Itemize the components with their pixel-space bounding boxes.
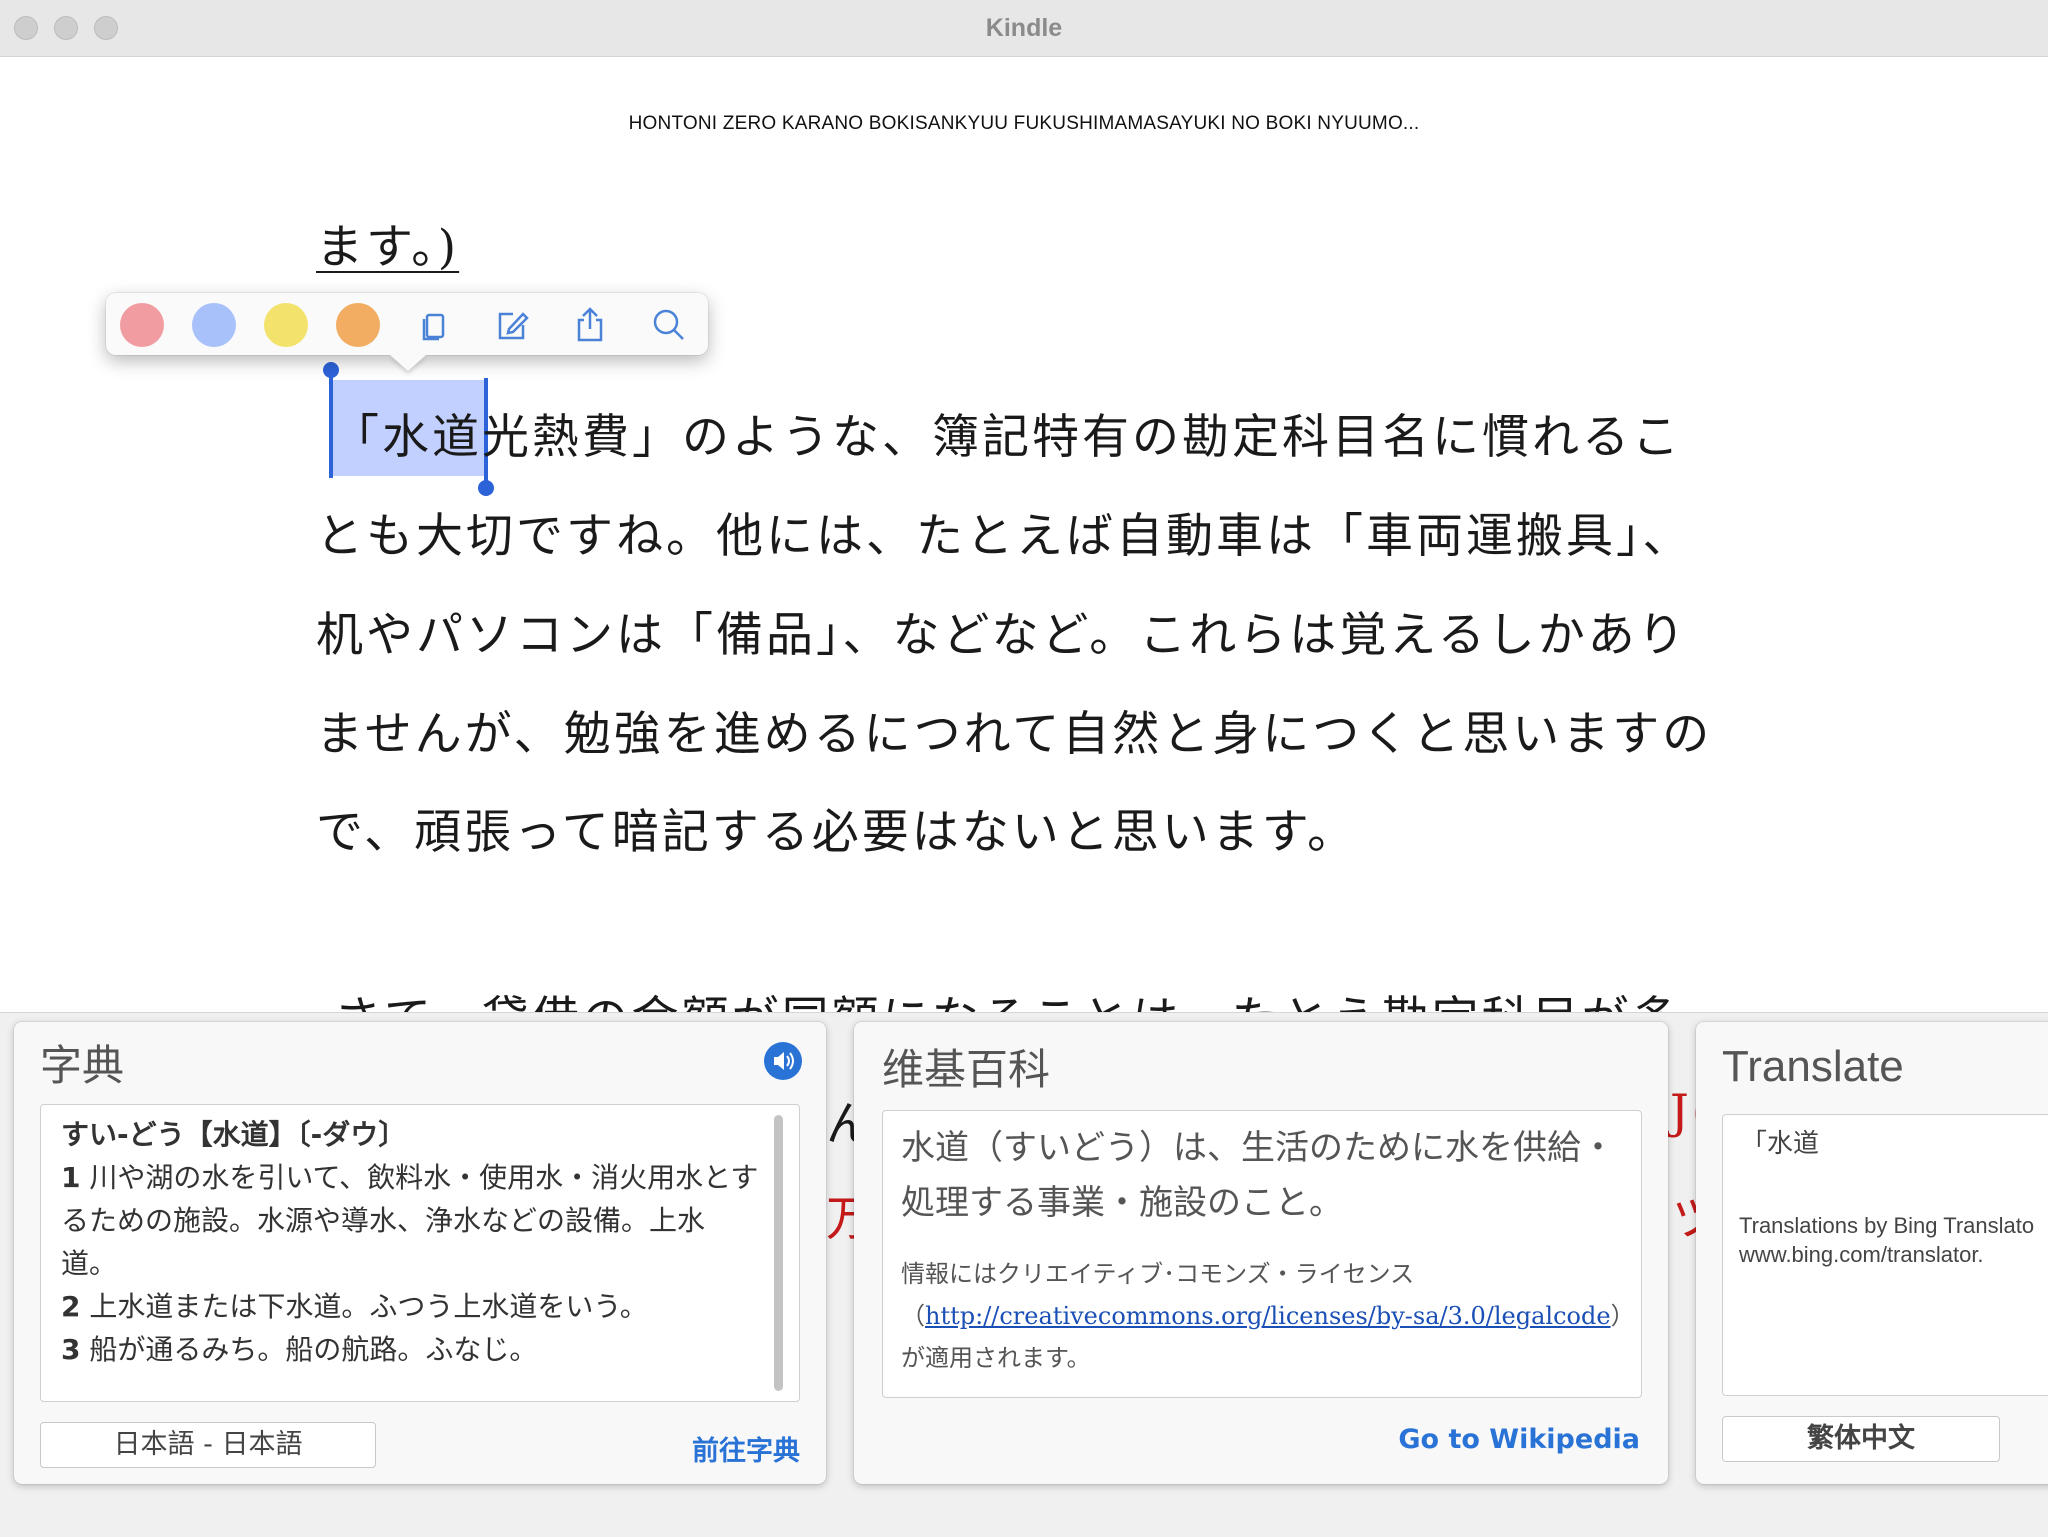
wikipedia-summary: 水道（すいどう）は、生活のために水を供給・処理する事業・施設のこと。 — [901, 1128, 1615, 1223]
definition-item: 1 川や湖の水を引いて、飲料水・使用水・消火用水とするための施設。水源や導水、浄… — [61, 1161, 759, 1280]
wikipedia-title: 维基百科 — [882, 1045, 1051, 1094]
license-link[interactable]: http://creativecommons.org/licenses/by-s… — [925, 1302, 1611, 1330]
share-icon[interactable] — [570, 305, 610, 345]
definition-item: 3 船が通るみち。船の航路。ふなじ。 — [61, 1333, 538, 1366]
text-line-rest[interactable]: 光熱費」のような、簿記特有の勘定科目名に慣れるこ — [482, 410, 1682, 465]
definition-scrollbar[interactable] — [774, 1115, 783, 1391]
license-notice: 情報にはクリエイティブ･コモンズ・ライセンス（http://creativeco… — [901, 1260, 1623, 1372]
go-to-dictionary-link[interactable]: 前往字典 — [692, 1429, 800, 1468]
entry-heading: すい‐どう【水道】〔‐ダウ〕 — [61, 1118, 407, 1151]
highlight-toolbar — [106, 293, 708, 355]
translate-content-box[interactable]: 「水道 Translations by Bing Translato www.bi… — [1722, 1114, 2048, 1396]
toolbar-pointer — [390, 355, 426, 371]
pronunciation-speaker-icon[interactable] — [764, 1042, 802, 1080]
search-icon[interactable] — [648, 305, 688, 345]
translate-language-select[interactable]: 繁体中文 — [1722, 1416, 2000, 1462]
translate-card: Translate 「水道 Translations by Bing Trans… — [1696, 1022, 2048, 1484]
translation-attribution: Translations by Bing Translato www.bing.c… — [1739, 1213, 2035, 1267]
wikipedia-content-box[interactable]: 水道（すいどう）は、生活のために水を供給・処理する事業・施設のこと。 情報にはク… — [882, 1110, 1642, 1398]
dictionary-language-select[interactable]: 日本語 - 日本語 — [40, 1422, 376, 1468]
text-line[interactable]: で、頑張って暗記する必要はないと思います。 — [316, 793, 1357, 862]
definition-item: 2 上水道または下水道。ふつう上水道をいう。 — [61, 1290, 648, 1323]
highlight-orange-button[interactable] — [336, 303, 380, 347]
text-line[interactable]: ませんが、勉強を進めるにつれて自然と身につくと思いますの — [316, 695, 1712, 764]
translate-source-text: 「水道 — [1741, 1129, 1820, 1159]
translate-title: Translate — [1722, 1042, 1904, 1091]
window-title: Kindle — [985, 14, 1063, 42]
selection-start-knob[interactable] — [323, 362, 339, 378]
note-icon[interactable] — [492, 305, 532, 345]
book-title: HONTONI ZERO KARANO BOKISANKYUU FUKUSHIM… — [628, 113, 1420, 134]
go-to-wikipedia-link[interactable]: Go to Wikipedia — [1398, 1424, 1640, 1455]
highlight-pink-button[interactable] — [120, 303, 164, 347]
highlight-yellow-button[interactable] — [264, 303, 308, 347]
text-line[interactable]: 机やパソコンは「備品」、などなど。これらは覚えるしかあり — [316, 596, 1688, 665]
text-line[interactable]: とも大切ですね。他には、たとえば自動車は「車両運搬具」、 — [316, 497, 1693, 566]
highlight-blue-button[interactable] — [192, 303, 236, 347]
definition-box[interactable]: すい‐どう【水道】〔‐ダウ〕 1 川や湖の水を引いて、飲料水・使用水・消火用水と… — [40, 1104, 800, 1402]
dictionary-title: 字典 — [40, 1041, 125, 1090]
wikipedia-text: 水道（すいどう）は、生活のために水を供給・処理する事業・施設のこと。 情報にはク… — [901, 1121, 1623, 1379]
window-titlebar: Kindle — [0, 0, 2048, 57]
wikipedia-card: 维基百科 水道（すいどう）は、生活のために水を供給・処理する事業・施設のこと。 … — [854, 1022, 1668, 1484]
text-line[interactable]: 「水道光熱費」のような、簿記特有の勘定科目名に慣れるこ — [332, 398, 1682, 467]
definition-text: すい‐どう【水道】〔‐ダウ〕 1 川や湖の水を引いて、飲料水・使用水・消火用水と… — [61, 1113, 759, 1371]
copy-icon[interactable] — [414, 305, 454, 345]
dictionary-card: 字典 すい‐どう【水道】〔‐ダウ〕 1 川や湖の水を引いて、飲料水・使用水・消火… — [14, 1022, 826, 1484]
selected-text[interactable]: 「水道 — [332, 410, 482, 465]
selection-end-knob[interactable] — [478, 480, 494, 496]
text-line[interactable]: ます。) — [316, 208, 459, 277]
